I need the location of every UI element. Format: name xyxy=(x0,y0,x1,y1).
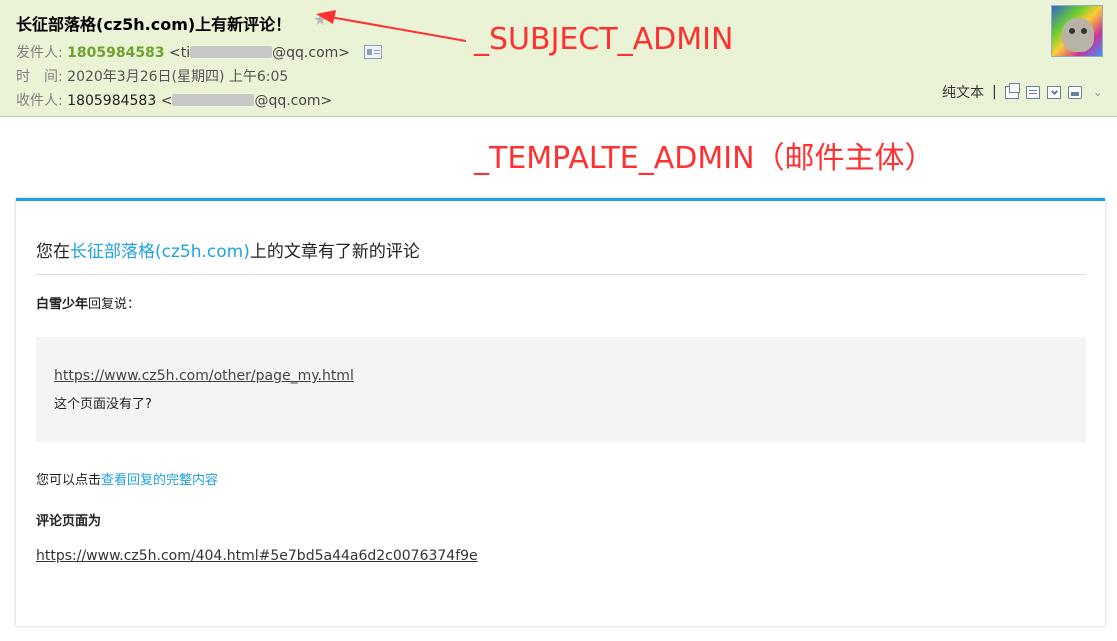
time-label: 时 间: xyxy=(16,69,63,85)
sender-label: 发件人: xyxy=(16,45,63,61)
view-reply-prefix: 您可以点击 xyxy=(36,473,102,488)
recipient-name[interactable]: 1805984583 xyxy=(67,93,156,109)
comment-text: 这个页面没有了? xyxy=(54,397,152,412)
mail-toolbar: 纯文本 | ⌄ xyxy=(942,82,1103,102)
comment-page-heading: 评论页面为 xyxy=(36,514,102,529)
mail-header: 长征部落格(cz5h.com)上有新评论！ ★ 发件人: 1805984583 … xyxy=(0,0,1117,117)
mail-title-prefix: 您在 xyxy=(36,242,70,262)
time-value: 2020年3月26日(星期四) 上午6:05 xyxy=(67,69,289,85)
template-annotation: _TEMPALTE_ADMIN（邮件主体） xyxy=(474,141,935,176)
recipient-row: 收件人: 1805984583 < @qq.com> xyxy=(16,90,332,110)
toolbar-separator: | xyxy=(992,84,997,100)
divider xyxy=(36,274,1086,275)
view-reply-line: 您可以点击查看回复的完整内容 xyxy=(36,469,218,488)
comment-quote-box: https://www.cz5h.com/other/page_my.html … xyxy=(36,337,1086,442)
comment-page-link[interactable]: https://www.cz5h.com/404.html#5e7bd5a44a… xyxy=(36,548,478,564)
redacted-block xyxy=(172,94,255,106)
recipient-address-suffix: @qq.com> xyxy=(254,93,333,109)
time-row: 时 间: 2020年3月26日(星期四) 上午6:05 xyxy=(16,66,288,86)
mail-body-card: 您在长征部落格(cz5h.com)上的文章有了新的评论 白雪少年回复说： htt… xyxy=(16,198,1105,626)
replier-name: 白雪少年 xyxy=(36,297,89,312)
sender-row: 发件人: 1805984583 <ti @qq.com> xyxy=(16,42,383,62)
blog-link[interactable]: 长征部落格(cz5h.com) xyxy=(70,242,250,262)
replier-line: 白雪少年回复说： xyxy=(36,293,140,312)
cat-face-icon xyxy=(1062,18,1094,52)
sender-name[interactable]: 1805984583 xyxy=(67,45,164,61)
subject-annotation: _SUBJECT_ADMIN xyxy=(474,22,734,57)
redacted-block xyxy=(190,46,273,58)
contact-card-icon[interactable] xyxy=(364,45,383,59)
replier-suffix: 回复说： xyxy=(88,297,141,312)
mail-title-suffix: 上的文章有了新的评论 xyxy=(249,242,420,262)
print-icon[interactable] xyxy=(1067,85,1082,99)
sender-address-suffix: @qq.com> xyxy=(272,45,351,61)
download-icon[interactable] xyxy=(1046,85,1061,99)
star-icon[interactable]: ★ xyxy=(313,10,327,29)
chevron-down-icon[interactable]: ⌄ xyxy=(1093,85,1103,99)
recipient-label: 收件人: xyxy=(16,93,63,109)
comment-link[interactable]: https://www.cz5h.com/other/page_my.html xyxy=(54,368,354,384)
new-window-icon[interactable] xyxy=(1004,82,1020,99)
avatar[interactable] xyxy=(1051,5,1103,57)
note-icon[interactable] xyxy=(1025,85,1040,99)
view-full-reply-link[interactable]: 查看回复的完整内容 xyxy=(101,473,218,488)
plain-text-button[interactable]: 纯文本 xyxy=(942,82,984,102)
mail-subject: 长征部落格(cz5h.com)上有新评论！ xyxy=(16,15,292,34)
sender-address-prefix: <ti xyxy=(169,45,191,61)
mail-title: 您在长征部落格(cz5h.com)上的文章有了新的评论 xyxy=(36,237,420,262)
recipient-address-prefix: < xyxy=(160,93,173,109)
